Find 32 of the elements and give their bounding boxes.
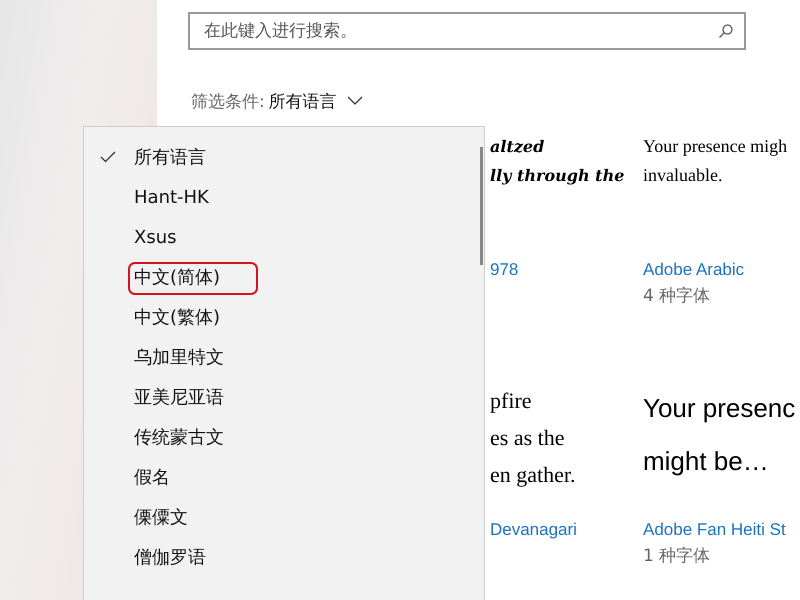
- language-option[interactable]: 传统蒙古文: [84, 417, 484, 457]
- search-icon[interactable]: [718, 23, 734, 39]
- font-count: 4 种字体: [643, 286, 710, 306]
- language-option[interactable]: 假名: [84, 457, 484, 497]
- language-option[interactable]: Hant-HK: [84, 177, 484, 217]
- font-sample-text: es as the: [490, 425, 565, 450]
- font-sample-text: altzed: [490, 137, 544, 156]
- font-sample-text: invaluable.: [643, 165, 722, 185]
- font-sample-text: might be…: [643, 446, 769, 476]
- font-sample-text: pfire: [490, 388, 532, 413]
- language-option[interactable]: 亚美尼亚语: [84, 377, 484, 417]
- language-option[interactable]: 中文(简体): [84, 257, 484, 297]
- font-name-link[interactable]: 978: [490, 260, 518, 279]
- search-field[interactable]: 在此键入进行搜索。: [188, 12, 746, 50]
- language-option[interactable]: 所有语言: [84, 137, 484, 177]
- font-sample-text: Your presence migh: [643, 136, 788, 156]
- language-option[interactable]: 乌加里特文: [84, 337, 484, 377]
- filter-dropdown[interactable]: 所有语言: [264, 90, 337, 112]
- font-sample-text: Your presenc: [643, 393, 796, 423]
- language-option[interactable]: 僧伽罗语: [84, 537, 484, 577]
- font-sample-text: lly through the: [490, 166, 624, 185]
- font-name-link[interactable]: Devanagari: [490, 520, 577, 539]
- font-name-link[interactable]: Adobe Fan Heiti St: [643, 520, 786, 539]
- language-option[interactable]: 中文(繁体): [84, 297, 484, 337]
- scrollbar-thumb[interactable]: [480, 147, 483, 265]
- font-count: 1 种字体: [643, 546, 710, 566]
- filter-label: 筛选条件:: [191, 90, 265, 112]
- font-name-link[interactable]: Adobe Arabic: [643, 260, 744, 279]
- font-sample-text: en gather.: [490, 462, 576, 487]
- language-option[interactable]: Xsus: [84, 217, 484, 257]
- chevron-icon[interactable]: [346, 96, 363, 106]
- language-option[interactable]: 傈僳文: [84, 497, 484, 537]
